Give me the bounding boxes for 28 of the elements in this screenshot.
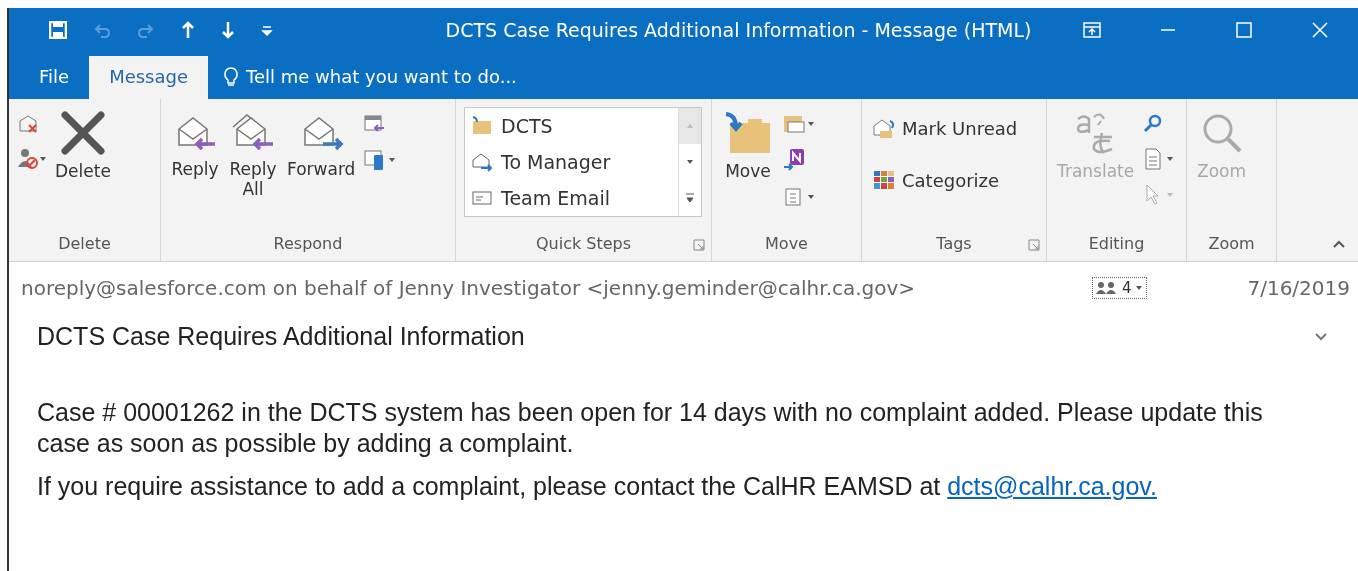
quick-step-item[interactable]: Team Email <box>465 180 678 216</box>
group-label: Delete <box>58 233 111 255</box>
group-label: Move <box>765 233 808 255</box>
group-label: Tags <box>936 233 972 255</box>
group-label: Respond <box>273 233 343 255</box>
tell-me-field[interactable]: Tell me what you want to do... <box>208 56 533 99</box>
ribbon-button[interactable]: Move <box>720 107 776 185</box>
quick-step-item[interactable]: To Manager <box>465 144 678 180</box>
ribbon-button[interactable]: Reply <box>169 107 221 183</box>
ribbon-button[interactable]: Reply All <box>227 107 279 203</box>
ribbon-button[interactable]: Delete <box>53 107 113 185</box>
group-label: Zoom <box>1208 233 1255 255</box>
ribbon-button[interactable]: Mark Unread <box>870 111 1020 145</box>
quick-step-item[interactable]: DCTS <box>465 108 678 144</box>
ribbon-tab[interactable]: Message <box>89 56 208 99</box>
window-title: DCTS Case Requires Additional Information - Message (HTML) <box>444 18 1033 41</box>
subject: DCTS Case Requires Additional Information <box>37 322 526 351</box>
email-link[interactable]: dcts@calhr.ca.gov. <box>947 472 1157 500</box>
body-paragraph: If you require assistance to add a complaint, please contact the CalHR EAMSD at dcts@calhr.ca.gov. <box>37 471 1158 502</box>
sender-line: noreply@salesforce.com on behalf of Jenny Investigator <jenny.geminder@calhr.ca.gov> <box>21 276 917 300</box>
people-button[interactable]: 4 <box>1091 277 1148 299</box>
ribbon-button[interactable]: Forward <box>285 107 358 183</box>
date: 7/16/2019 <box>1247 276 1350 300</box>
group-label: Editing <box>1088 233 1145 255</box>
group-label: Quick Steps <box>535 233 632 255</box>
ribbon-button[interactable]: Categorize <box>870 163 1020 197</box>
body-paragraph: Case # 00001262 in the DCTS system has been open for 14 days with no complaint added. Please update this case as soon as possible by adding a complaint. <box>37 397 1264 459</box>
ribbon-tab[interactable]: File <box>19 56 90 99</box>
